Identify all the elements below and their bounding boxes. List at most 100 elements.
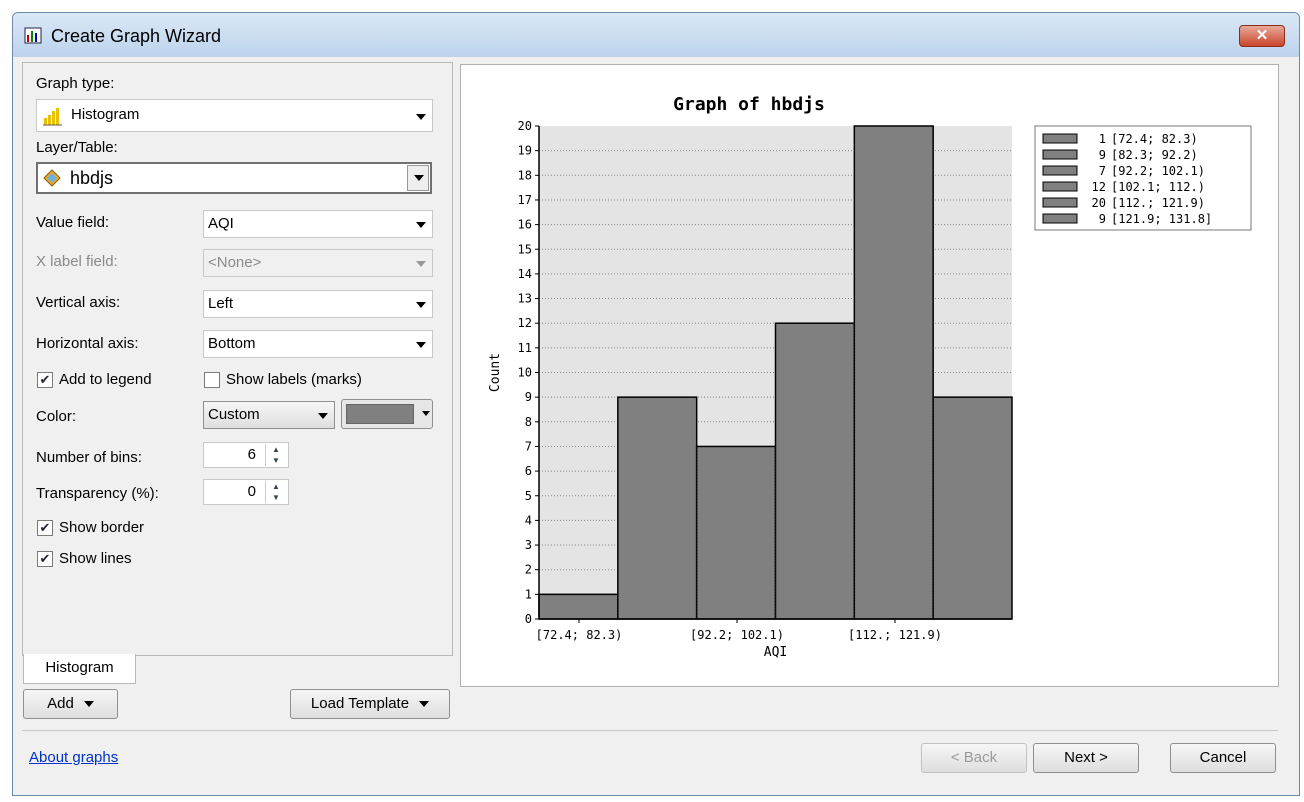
load-template-button[interactable]: Load Template <box>290 689 450 719</box>
tab-histogram[interactable]: Histogram <box>23 654 136 684</box>
legend-swatch <box>1042 149 1078 160</box>
title-bar: Create Graph Wizard ✕ <box>13 13 1299 57</box>
about-graphs-link[interactable]: About graphs <box>29 749 118 766</box>
chevron-down-icon <box>422 411 430 416</box>
y-tick-label: 15 <box>518 242 532 256</box>
y-tick-label: 5 <box>525 489 532 503</box>
layer-table-value: hbdjs <box>70 168 114 188</box>
legend-label: [102.1; 112.) <box>1111 180 1205 194</box>
spin-arrows-icon[interactable]: ▲ ▼ <box>265 481 286 503</box>
y-tick-label: 11 <box>518 341 532 355</box>
color-mode-select[interactable]: Custom <box>203 401 335 429</box>
horizontal-axis-label: Horizontal axis: <box>36 335 139 352</box>
chevron-down-icon <box>419 701 430 708</box>
x-label-field-value: <None> <box>208 254 262 271</box>
load-template-label: Load Template <box>310 695 410 712</box>
legend-count: 7 <box>1099 164 1106 178</box>
back-button[interactable]: < Back <box>921 743 1027 773</box>
transparency-label: Transparency (%): <box>36 485 159 502</box>
next-button[interactable]: Next > <box>1033 743 1139 773</box>
histogram-bar <box>695 445 777 620</box>
color-label: Color: <box>36 408 77 425</box>
chevron-down-icon <box>83 701 94 708</box>
y-tick-label: 8 <box>525 415 532 429</box>
layer-table-select[interactable]: hbdjs <box>36 162 432 194</box>
y-tick-label: 13 <box>518 292 532 306</box>
histogram-bar <box>932 396 1013 620</box>
spin-arrows-icon[interactable]: ▲ ▼ <box>265 444 286 466</box>
number-of-bins-label: Number of bins: <box>36 449 142 466</box>
y-tick-label: 3 <box>525 538 532 552</box>
value-field-select[interactable]: AQI <box>203 210 433 238</box>
y-tick-label: 16 <box>518 218 532 232</box>
legend-label: [112.; 121.9) <box>1111 196 1205 210</box>
layer-table-label: Layer/Table: <box>36 139 118 156</box>
x-tick-label: [72.4; 82.3) <box>536 628 623 642</box>
color-swatch <box>346 404 414 424</box>
transparency-value: 0 <box>247 483 256 500</box>
close-button[interactable]: ✕ <box>1239 25 1285 47</box>
y-tick-label: 19 <box>518 144 532 158</box>
y-axis-label: Count <box>488 353 503 392</box>
show-labels-checkbox[interactable] <box>204 372 220 388</box>
y-tick-label: 14 <box>518 267 532 281</box>
show-lines-label: Show lines <box>59 550 132 567</box>
graph-type-value: Histogram <box>71 106 140 123</box>
legend-label: [82.3; 92.2) <box>1111 148 1198 162</box>
legend-count: 20 <box>1092 196 1106 210</box>
y-tick-label: 1 <box>525 587 532 601</box>
add-to-legend-checkbox[interactable]: ✔ <box>37 372 53 388</box>
show-labels-label: Show labels (marks) <box>226 371 362 388</box>
graph-type-select[interactable]: Histogram <box>36 99 433 132</box>
show-border-label: Show border <box>59 519 145 536</box>
value-field-label: Value field: <box>36 214 110 231</box>
vertical-axis-select[interactable]: Left <box>203 290 433 318</box>
show-lines-checkbox[interactable]: ✔ <box>37 551 53 567</box>
vertical-axis-value: Left <box>208 295 234 312</box>
y-tick-label: 18 <box>518 168 532 182</box>
graph-preview-panel: 0 1 2 3 4 5 6 7 8 9 10 11 12 13 14 15 16 17 18 19 20 [72.4; 8… <box>460 64 1279 687</box>
legend-count: 12 <box>1092 180 1106 194</box>
y-tick-label: 4 <box>525 513 532 527</box>
value-field-value: AQI <box>208 215 234 232</box>
transparency-stepper[interactable]: 0 ▲ ▼ <box>203 479 289 505</box>
y-tick-label: 0 <box>525 612 532 626</box>
y-tick-label: 7 <box>525 439 532 453</box>
y-tick-label: 9 <box>525 390 532 404</box>
color-picker-button[interactable] <box>341 399 433 429</box>
legend-swatch <box>1042 181 1078 192</box>
show-border-checkbox[interactable]: ✔ <box>37 520 53 536</box>
layer-icon <box>43 169 61 187</box>
legend-count: 1 <box>1099 132 1106 146</box>
legend-swatch <box>1042 213 1078 224</box>
x-tick-label: [92.2; 102.1) <box>690 628 784 642</box>
x-label-field-select[interactable]: <None> <box>203 249 433 277</box>
layer-dropdown-button[interactable] <box>407 165 429 191</box>
add-button[interactable]: Add <box>23 689 118 719</box>
y-tick-label: 2 <box>525 563 532 577</box>
x-label-field-label: X label field: <box>36 253 118 270</box>
window-title: Create Graph Wizard <box>51 26 222 46</box>
graph-app-icon <box>24 27 42 44</box>
legend-swatch <box>1042 165 1078 176</box>
divider <box>22 730 1278 731</box>
legend-swatch <box>1042 197 1078 208</box>
add-to-legend-label: Add to legend <box>59 371 152 388</box>
legend-swatch <box>1042 133 1078 144</box>
cancel-button[interactable]: Cancel <box>1170 743 1276 773</box>
histogram-icon <box>43 108 62 126</box>
histogram-bar <box>538 593 619 620</box>
y-tick-label: 17 <box>518 193 532 207</box>
histogram-bar <box>774 322 856 620</box>
color-mode-value: Custom <box>208 406 260 423</box>
chart-title: Graph of hbdjs <box>673 94 825 115</box>
histogram-bar <box>617 396 698 620</box>
y-tick-label: 6 <box>525 464 532 478</box>
horizontal-axis-select[interactable]: Bottom <box>203 330 433 358</box>
y-tick-label: 10 <box>518 366 532 380</box>
histogram-chart: 01234567891011121314151617181920[72.4; 8… <box>488 94 1252 660</box>
number-of-bins-stepper[interactable]: 6 ▲ ▼ <box>203 442 289 468</box>
y-tick-label: 20 <box>518 119 532 133</box>
legend-count: 9 <box>1099 212 1106 226</box>
x-axis-label: AQI <box>764 645 787 660</box>
